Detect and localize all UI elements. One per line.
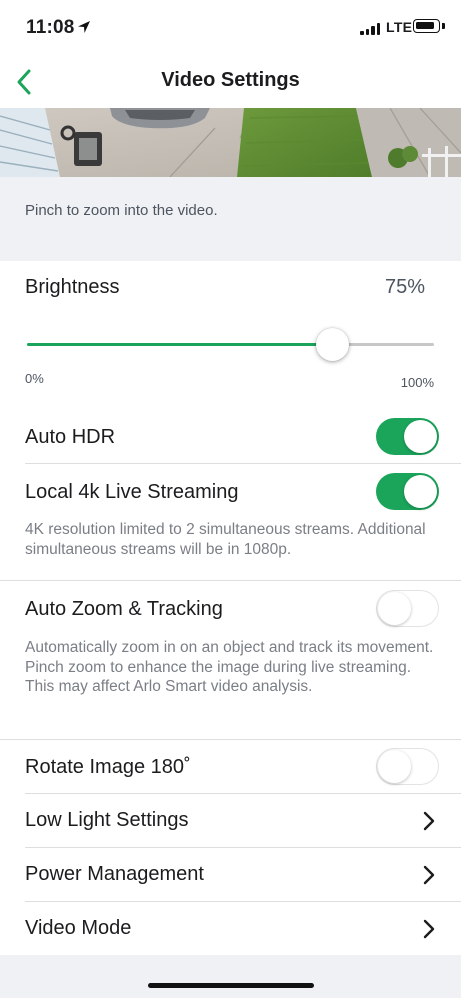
video-mode-row[interactable]: Video Mode	[0, 902, 461, 955]
auto-hdr-row[interactable]: Auto HDR	[0, 410, 461, 464]
cellular-signal-icon	[360, 22, 382, 35]
auto-zoom-label: Auto Zoom & Tracking	[25, 598, 223, 620]
page-title: Video Settings	[161, 69, 300, 91]
footer-area	[0, 955, 461, 998]
rotate-image-toggle[interactable]	[376, 748, 439, 785]
chevron-right-icon	[423, 811, 435, 831]
video-frame-image	[0, 108, 461, 177]
nav-bar: Video Settings	[0, 56, 461, 108]
auto-hdr-label: Auto HDR	[25, 426, 116, 448]
auto-zoom-row[interactable]: Auto Zoom & Tracking Automatically zoom …	[0, 581, 461, 739]
video-mode-label: Video Mode	[25, 917, 132, 939]
network-type: LTE	[386, 19, 413, 35]
slider-fill	[27, 343, 333, 346]
low-light-settings-row[interactable]: Low Light Settings	[0, 794, 461, 848]
power-management-label: Power Management	[25, 863, 204, 885]
low-light-settings-label: Low Light Settings	[25, 809, 189, 831]
chevron-right-icon	[423, 919, 435, 939]
zoom-hint-section: Pinch to zoom into the video.	[0, 177, 461, 261]
local-4k-row[interactable]: Local 4k Live Streaming 4K resolution li…	[0, 464, 461, 580]
chevron-right-icon	[423, 865, 435, 885]
brightness-value: 75%	[384, 276, 425, 298]
brightness-label: Brightness	[25, 276, 120, 298]
home-indicator[interactable]	[148, 983, 314, 988]
local-4k-description: 4K resolution limited to 2 simultaneous …	[25, 521, 426, 558]
slider-thumb[interactable]	[315, 328, 349, 361]
status-time: 11:08	[26, 17, 75, 38]
video-preview[interactable]	[0, 108, 461, 177]
auto-zoom-toggle[interactable]	[376, 590, 439, 627]
zoom-hint-text: Pinch to zoom into the video.	[25, 202, 218, 219]
brightness-slider[interactable]	[27, 328, 434, 361]
slider-min-label: 0%	[25, 371, 44, 386]
battery-icon	[413, 19, 440, 33]
auto-hdr-toggle[interactable]	[376, 418, 439, 455]
local-4k-label: Local 4k Live Streaming	[25, 481, 239, 503]
battery-tip	[442, 23, 445, 29]
auto-zoom-description: Automatically zoom in on an object and t…	[25, 639, 434, 695]
rotate-image-label: Rotate Image 180˚	[25, 756, 191, 778]
status-bar: 11:08 LTE	[0, 0, 461, 56]
rotate-image-row[interactable]: Rotate Image 180˚	[0, 740, 461, 794]
slider-max-label: 100%	[400, 375, 434, 390]
location-arrow-icon	[78, 21, 90, 33]
local-4k-toggle[interactable]	[376, 473, 439, 510]
power-management-row[interactable]: Power Management	[0, 848, 461, 902]
